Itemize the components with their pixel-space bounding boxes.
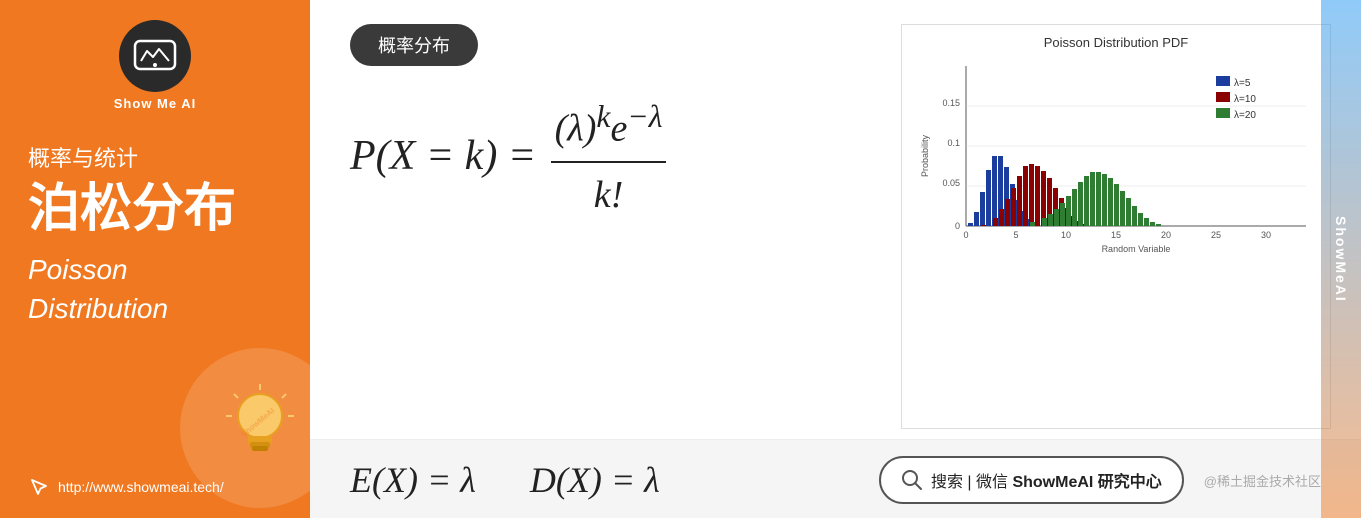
brand-label: Show Me AI xyxy=(114,96,196,111)
poisson-chart: 0 0.05 0.1 0.15 Probability 0 5 10 15 20… xyxy=(912,56,1320,256)
svg-text:15: 15 xyxy=(1111,230,1121,240)
formula-denominator: k! xyxy=(590,163,628,226)
svg-text:λ=20: λ=20 xyxy=(1234,110,1256,121)
url-text[interactable]: http://www.showmeai.tech/ xyxy=(58,479,224,495)
main-formula: P(X = k) = (λ)ke−λ k! xyxy=(350,92,871,226)
sidebar: Show Me AI 概率与统计 泊松分布 Poisson Distributi… xyxy=(0,0,310,518)
logo-circle xyxy=(119,20,191,92)
italic-title-label: Poisson Distribution xyxy=(28,250,282,328)
formula-numerator: (λ)ke−λ xyxy=(551,92,667,163)
svg-text:10: 10 xyxy=(1061,230,1071,240)
top-section: 概率分布 P(X = k) = (λ)ke−λ k! Poisson Distr… xyxy=(310,0,1361,439)
svg-text:0: 0 xyxy=(963,230,968,240)
svg-text:0.05: 0.05 xyxy=(942,178,960,188)
svg-text:20: 20 xyxy=(1161,230,1171,240)
formula-fraction: (λ)ke−λ k! xyxy=(551,92,667,226)
search-box[interactable]: 搜索 | 微信 ShowMeAI 研究中心 xyxy=(879,456,1184,504)
svg-text:0.15: 0.15 xyxy=(942,98,960,108)
svg-text:30: 30 xyxy=(1261,230,1271,240)
main-title-label: 泊松分布 xyxy=(28,181,282,238)
formula-area: 概率分布 P(X = k) = (λ)ke−λ k! xyxy=(350,24,871,429)
chart-area: Poisson Distribution PDF 0 0.05 0.1 0.15… xyxy=(901,24,1331,429)
svg-text:5: 5 xyxy=(1013,230,1018,240)
svg-text:25: 25 xyxy=(1211,230,1221,240)
logo-icon xyxy=(133,39,177,73)
svg-text:Probability: Probability xyxy=(920,134,930,177)
badge: 概率分布 xyxy=(350,24,478,66)
svg-text:λ=5: λ=5 xyxy=(1234,78,1251,89)
chart-title: Poisson Distribution PDF xyxy=(912,35,1320,50)
search-icon xyxy=(901,469,923,491)
logo-area: Show Me AI xyxy=(28,20,282,111)
main-content: 概率分布 P(X = k) = (λ)ke−λ k! Poisson Distr… xyxy=(310,0,1361,518)
secondary-formula: E(X) = λ D(X) = λ xyxy=(350,459,859,501)
lightbulb-icon: ShowMeAI xyxy=(210,378,310,478)
svg-text:Random Variable: Random Variable xyxy=(1102,244,1171,254)
search-box-label: 搜索 | 微信 ShowMeAI 研究中心 xyxy=(931,468,1162,492)
svg-text:λ=10: λ=10 xyxy=(1234,94,1256,105)
subtitle-label: 概率与统计 xyxy=(28,141,282,173)
cursor-icon xyxy=(28,476,50,498)
community-label: @稀土掘金技术社区 xyxy=(1204,471,1321,490)
bottom-section: E(X) = λ D(X) = λ 搜索 | 微信 ShowMeAI 研究中心 … xyxy=(310,439,1361,518)
svg-text:0: 0 xyxy=(955,221,960,231)
svg-text:0.1: 0.1 xyxy=(947,138,960,148)
